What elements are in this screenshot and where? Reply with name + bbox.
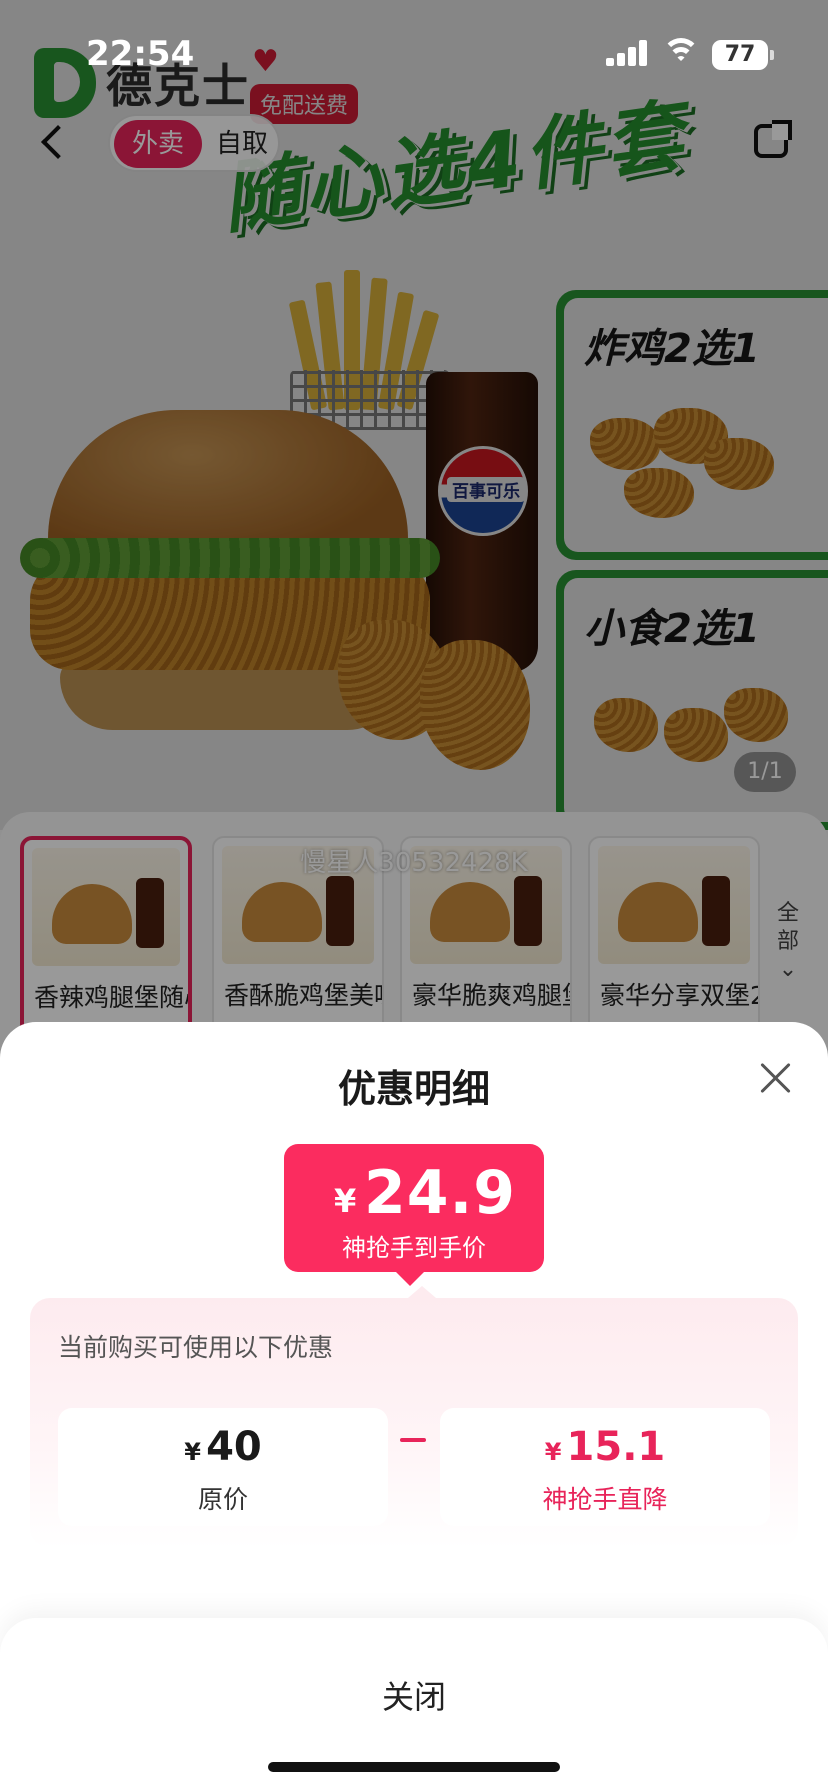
discount-currency: ¥	[544, 1438, 562, 1466]
discount-detail-sheet: 优惠明细 ¥ 24.9 神抢手到手价 当前购买可使用以下优惠 ¥ 40 原价 ¥…	[0, 1022, 828, 1792]
original-price-value: 40	[206, 1424, 262, 1470]
final-price-currency: ¥	[334, 1182, 357, 1220]
minus-icon	[400, 1438, 426, 1442]
sheet-title: 优惠明细	[337, 1067, 490, 1111]
final-price-value: 24.9	[364, 1158, 517, 1228]
original-price-currency: ¥	[184, 1438, 201, 1466]
wifi-icon	[662, 38, 700, 68]
final-price-badge: ¥ 24.9 神抢手到手价	[284, 1144, 544, 1286]
signal-icon	[606, 40, 648, 66]
status-time: 22:54	[86, 34, 195, 74]
discount-breakdown: 当前购买可使用以下优惠 ¥ 40 原价 ¥ 15.1 神抢手直降	[30, 1286, 798, 1548]
home-indicator[interactable]	[268, 1762, 560, 1772]
close-icon[interactable]	[756, 1058, 796, 1098]
discount-intro: 当前购买可使用以下优惠	[58, 1333, 334, 1362]
discount-value: 15.1	[566, 1424, 666, 1470]
final-price-caption: 神抢手到手价	[342, 1234, 486, 1262]
battery-icon: 77	[712, 40, 774, 70]
original-price-label: 原价	[197, 1485, 248, 1514]
original-price-card: ¥ 40 原价	[58, 1408, 388, 1526]
close-button-label: 关闭	[381, 1678, 446, 1716]
discount-label: 神抢手直降	[542, 1485, 668, 1514]
discount-card: ¥ 15.1 神抢手直降	[440, 1408, 770, 1526]
